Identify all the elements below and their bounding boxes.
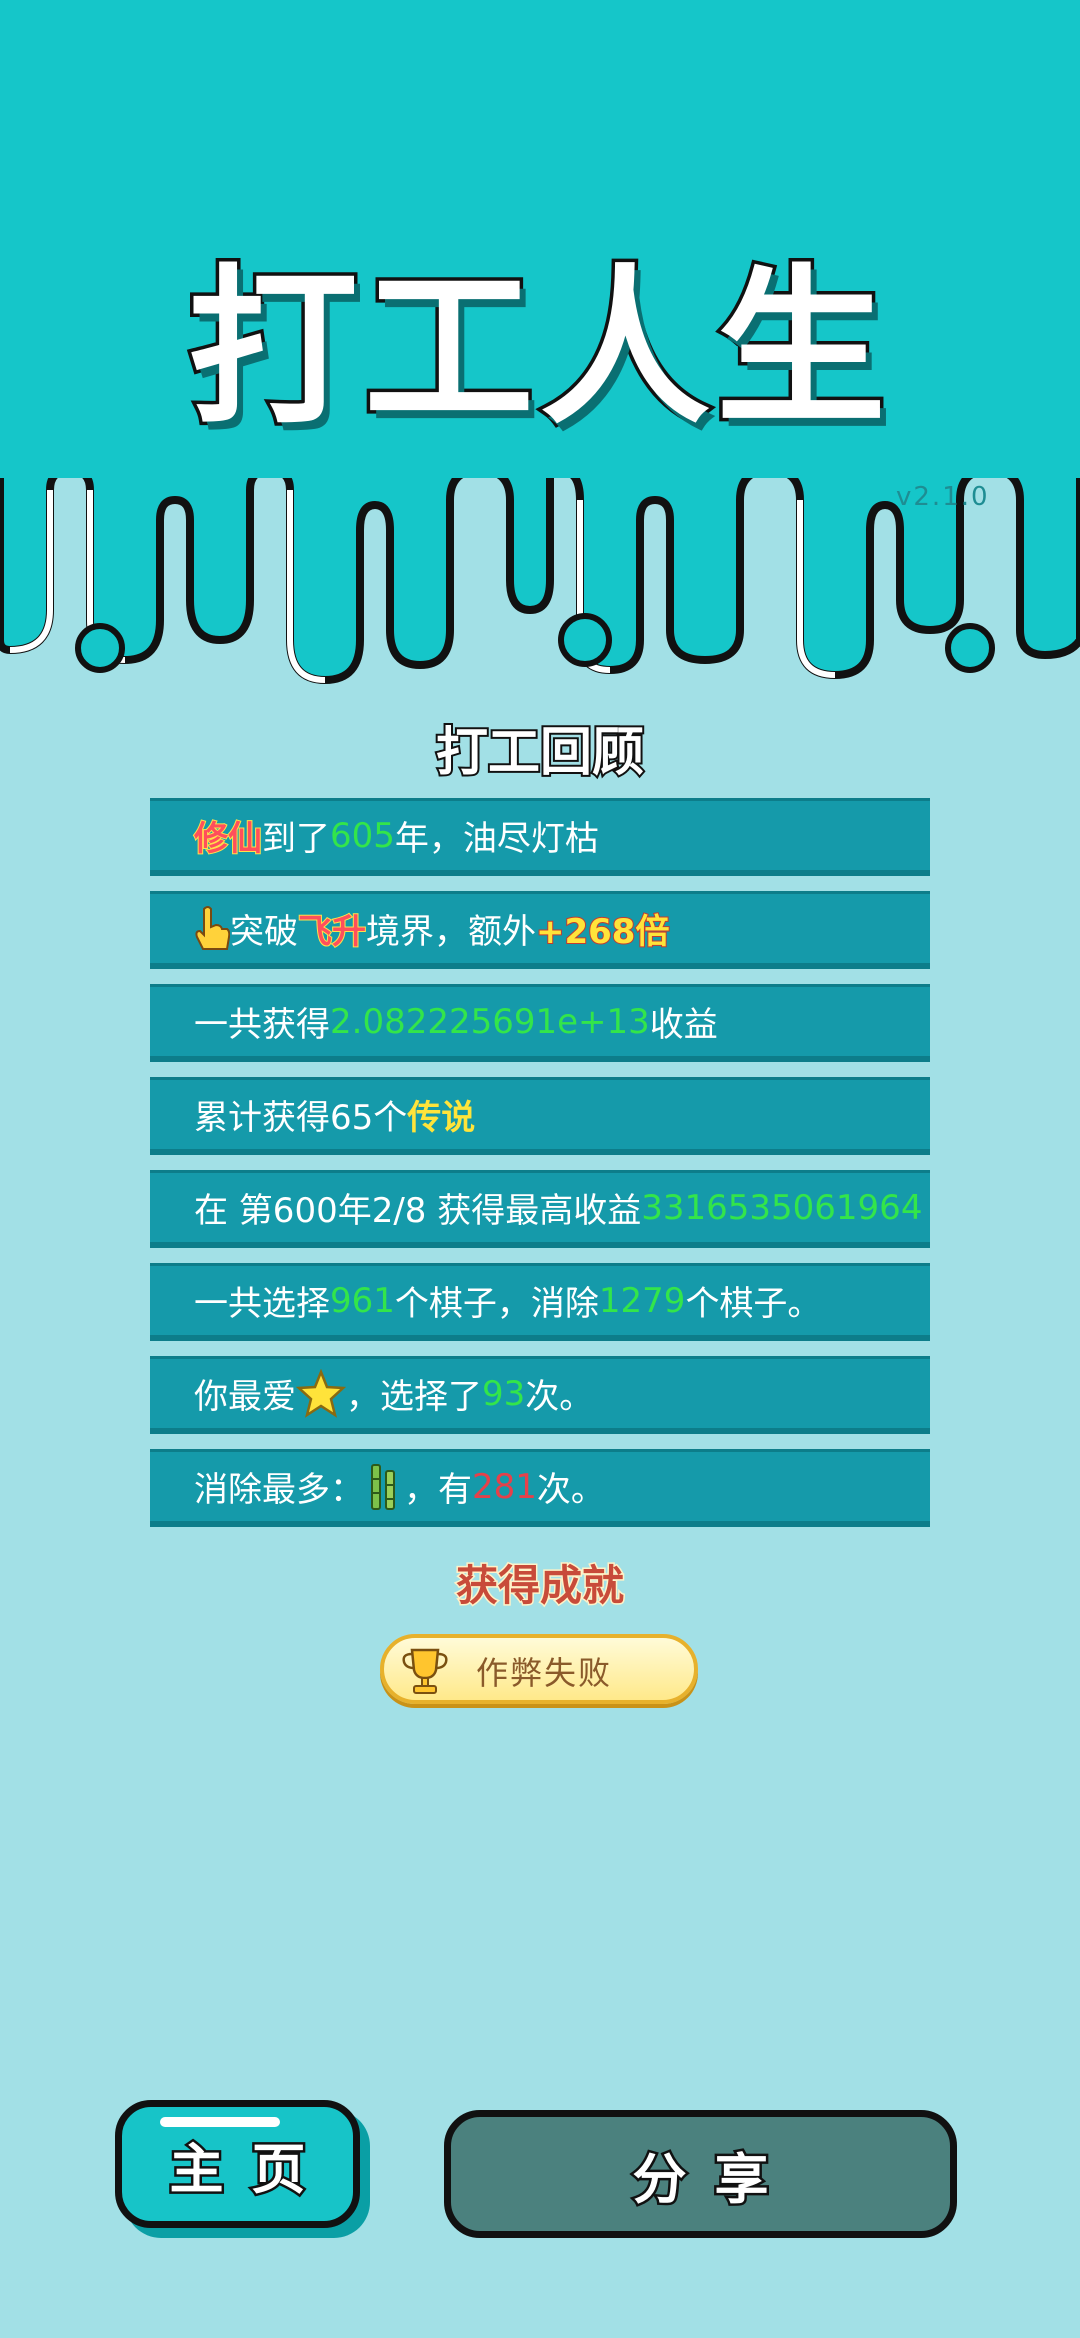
share-button-label: 分享 [630, 2145, 797, 2213]
stat-row-total-income: 一共获得 2.082225691e+13 收益 [150, 984, 930, 1062]
stat-value: 605 [330, 815, 395, 856]
stat-row-breakthrough: 突破 飞升 境界，额外 +268倍 [150, 891, 930, 969]
version-label: v2.1.0 [896, 482, 990, 512]
stat-row-legendary: 累计获得65个 传说 [150, 1077, 930, 1155]
stat-value: 1279 [598, 1280, 686, 1321]
stat-text: ，有 [404, 1470, 472, 1510]
button-shine [160, 2117, 280, 2127]
share-button[interactable]: 分享 [444, 2110, 957, 2238]
stat-text: 突破 [230, 912, 298, 952]
stat-bonus: +268倍 [535, 911, 670, 953]
stat-value: 3316535061964 [641, 1187, 923, 1228]
achievements-title: 获得成就 [454, 1560, 625, 1612]
stat-value: 281 [472, 1466, 537, 1507]
home-button[interactable]: 主页 [115, 2100, 360, 2228]
stat-highlight: 传说 [407, 1098, 476, 1138]
stat-text: ，选择了 [346, 1377, 482, 1417]
stat-text: 年，油尽灯枯 [394, 819, 599, 859]
trophy-icon [402, 1648, 448, 1694]
stat-text: 到了 [262, 819, 330, 859]
stat-row-favorite: 你最爱 ，选择了 93 次。 [150, 1356, 930, 1434]
achievement-label: 作弊失败 [476, 1654, 613, 1692]
stat-highlight: 修仙 [193, 818, 263, 860]
stat-value: 961 [330, 1280, 395, 1321]
home-button-label: 主页 [167, 2135, 334, 2203]
stat-text: 收益 [649, 1005, 718, 1045]
stat-value: 2.082225691e+13 [330, 1001, 650, 1042]
stat-text: 在 第600年2/8 获得最高收益 [194, 1191, 642, 1231]
stat-text: 次。 [525, 1377, 594, 1417]
stat-text: 累计获得65个 [194, 1098, 408, 1138]
stat-text: 一共选择 [194, 1284, 330, 1324]
stat-highlight: 飞升 [297, 911, 367, 953]
achievement-badge[interactable]: 作弊失败 [380, 1634, 698, 1704]
bamboo-icon [371, 1463, 395, 1510]
stat-text: 消除最多： [194, 1470, 364, 1510]
stat-text: 个棋子。 [685, 1284, 822, 1324]
stat-row-max-income: 在 第600年2/8 获得最高收益 3316535061964 [150, 1170, 930, 1248]
stat-row-most-eliminated: 消除最多： ，有 281 次。 [150, 1449, 930, 1527]
stat-text: 你最爱 [194, 1377, 296, 1417]
stat-text: 个棋子，消除 [394, 1284, 599, 1324]
stat-row-lifespan: 修仙 到了 605 年，油尽灯枯 [150, 798, 930, 876]
stat-text: 境界，额外 [366, 912, 536, 952]
star-icon [296, 1368, 346, 1418]
stat-value: 93 [482, 1373, 526, 1414]
app-title: 打工人生 [184, 247, 892, 452]
pointing-hand-icon [195, 905, 230, 950]
stat-text: 一共获得 [194, 1005, 330, 1045]
stat-text: 次。 [536, 1470, 605, 1510]
review-title: 打工回顾 [434, 721, 646, 785]
stat-row-pieces: 一共选择 961 个棋子，消除 1279 个棋子。 [150, 1263, 930, 1341]
